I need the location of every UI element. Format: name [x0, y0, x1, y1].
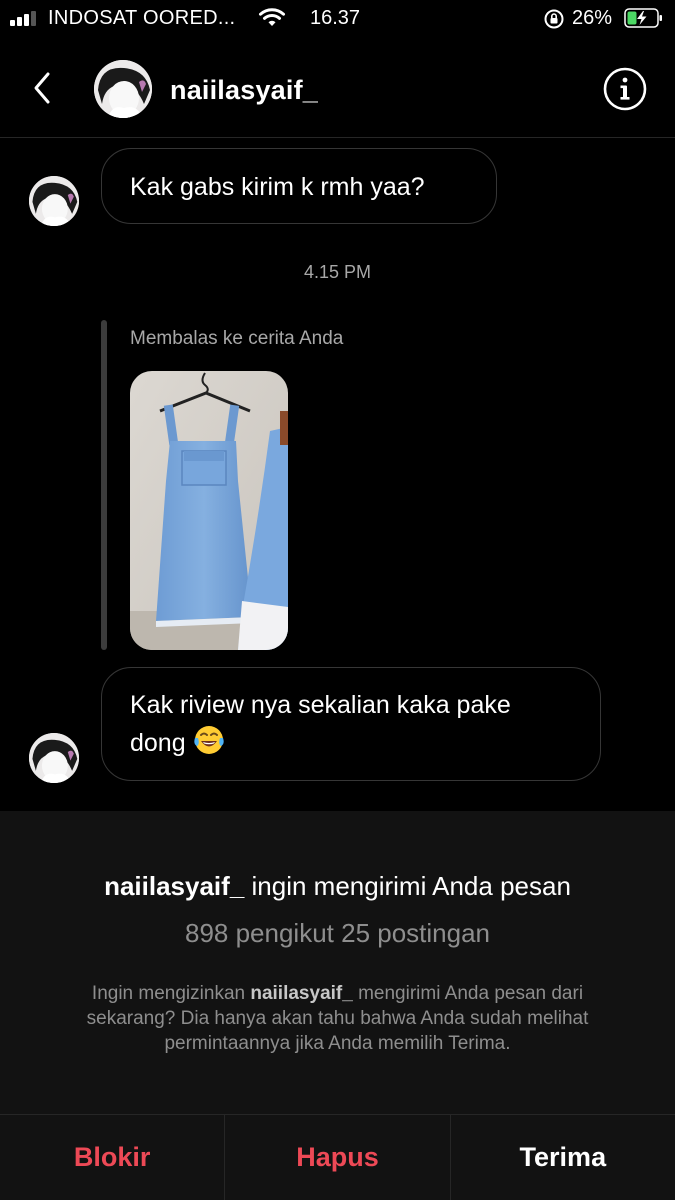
request-actions: Blokir Hapus Terima — [0, 1114, 675, 1200]
request-profile-stats: 898 pengikut 25 postingan — [184, 918, 491, 948]
carrier-name: INDOSAT OORED... — [48, 7, 236, 29]
header-username[interactable]: naiilasyaif_ — [170, 75, 318, 106]
signal-icon — [10, 10, 40, 26]
story-thumbnail[interactable] — [130, 371, 288, 650]
story-reply-label: Membalas ke cerita Anda — [130, 328, 344, 349]
laughing-tears-emoji-icon — [193, 726, 224, 754]
request-description: Ingin mengizinkan naiilasyaif_ mengirimi… — [86, 983, 589, 1054]
avatar[interactable] — [94, 60, 152, 118]
status-bar: INDOSAT OORED... 16.37 26% — [0, 0, 675, 38]
back-icon[interactable] — [28, 68, 56, 108]
message-text: Kak riview nya sekalian kaka pake dong — [130, 691, 511, 757]
chat-header: naiilasyaif_ — [0, 42, 675, 138]
block-button[interactable]: Blokir — [0, 1115, 224, 1200]
delete-button[interactable]: Hapus — [224, 1115, 449, 1200]
request-title: naiilasyaif_ ingin mengirimi Anda pesan — [0, 871, 675, 902]
accept-button[interactable]: Terima — [449, 1115, 675, 1200]
message-text: Kak gabs kirim k rmh yaa? — [130, 173, 425, 201]
info-icon[interactable] — [602, 66, 648, 112]
request-title-text: ingin mengirimi Anda pesan — [244, 871, 571, 901]
message-bubble[interactable]: Kak riview nya sekalian kaka pake dong — [101, 667, 601, 781]
sender-avatar[interactable] — [29, 733, 79, 783]
status-time: 16.37 — [310, 7, 361, 29]
request-desc-username: naiilasyaif_ — [250, 983, 353, 1004]
message-bubble[interactable]: Kak gabs kirim k rmh yaa? — [101, 148, 497, 224]
wifi-icon — [259, 8, 285, 26]
battery-percentage: 26% — [572, 7, 613, 29]
request-username: naiilasyaif_ — [104, 871, 245, 901]
sender-avatar[interactable] — [29, 176, 79, 226]
battery-charging-icon — [624, 8, 662, 28]
story-reply-indicator — [101, 320, 107, 650]
message-timestamp: 4.15 PM — [303, 262, 372, 282]
rotation-lock-icon — [544, 9, 564, 29]
